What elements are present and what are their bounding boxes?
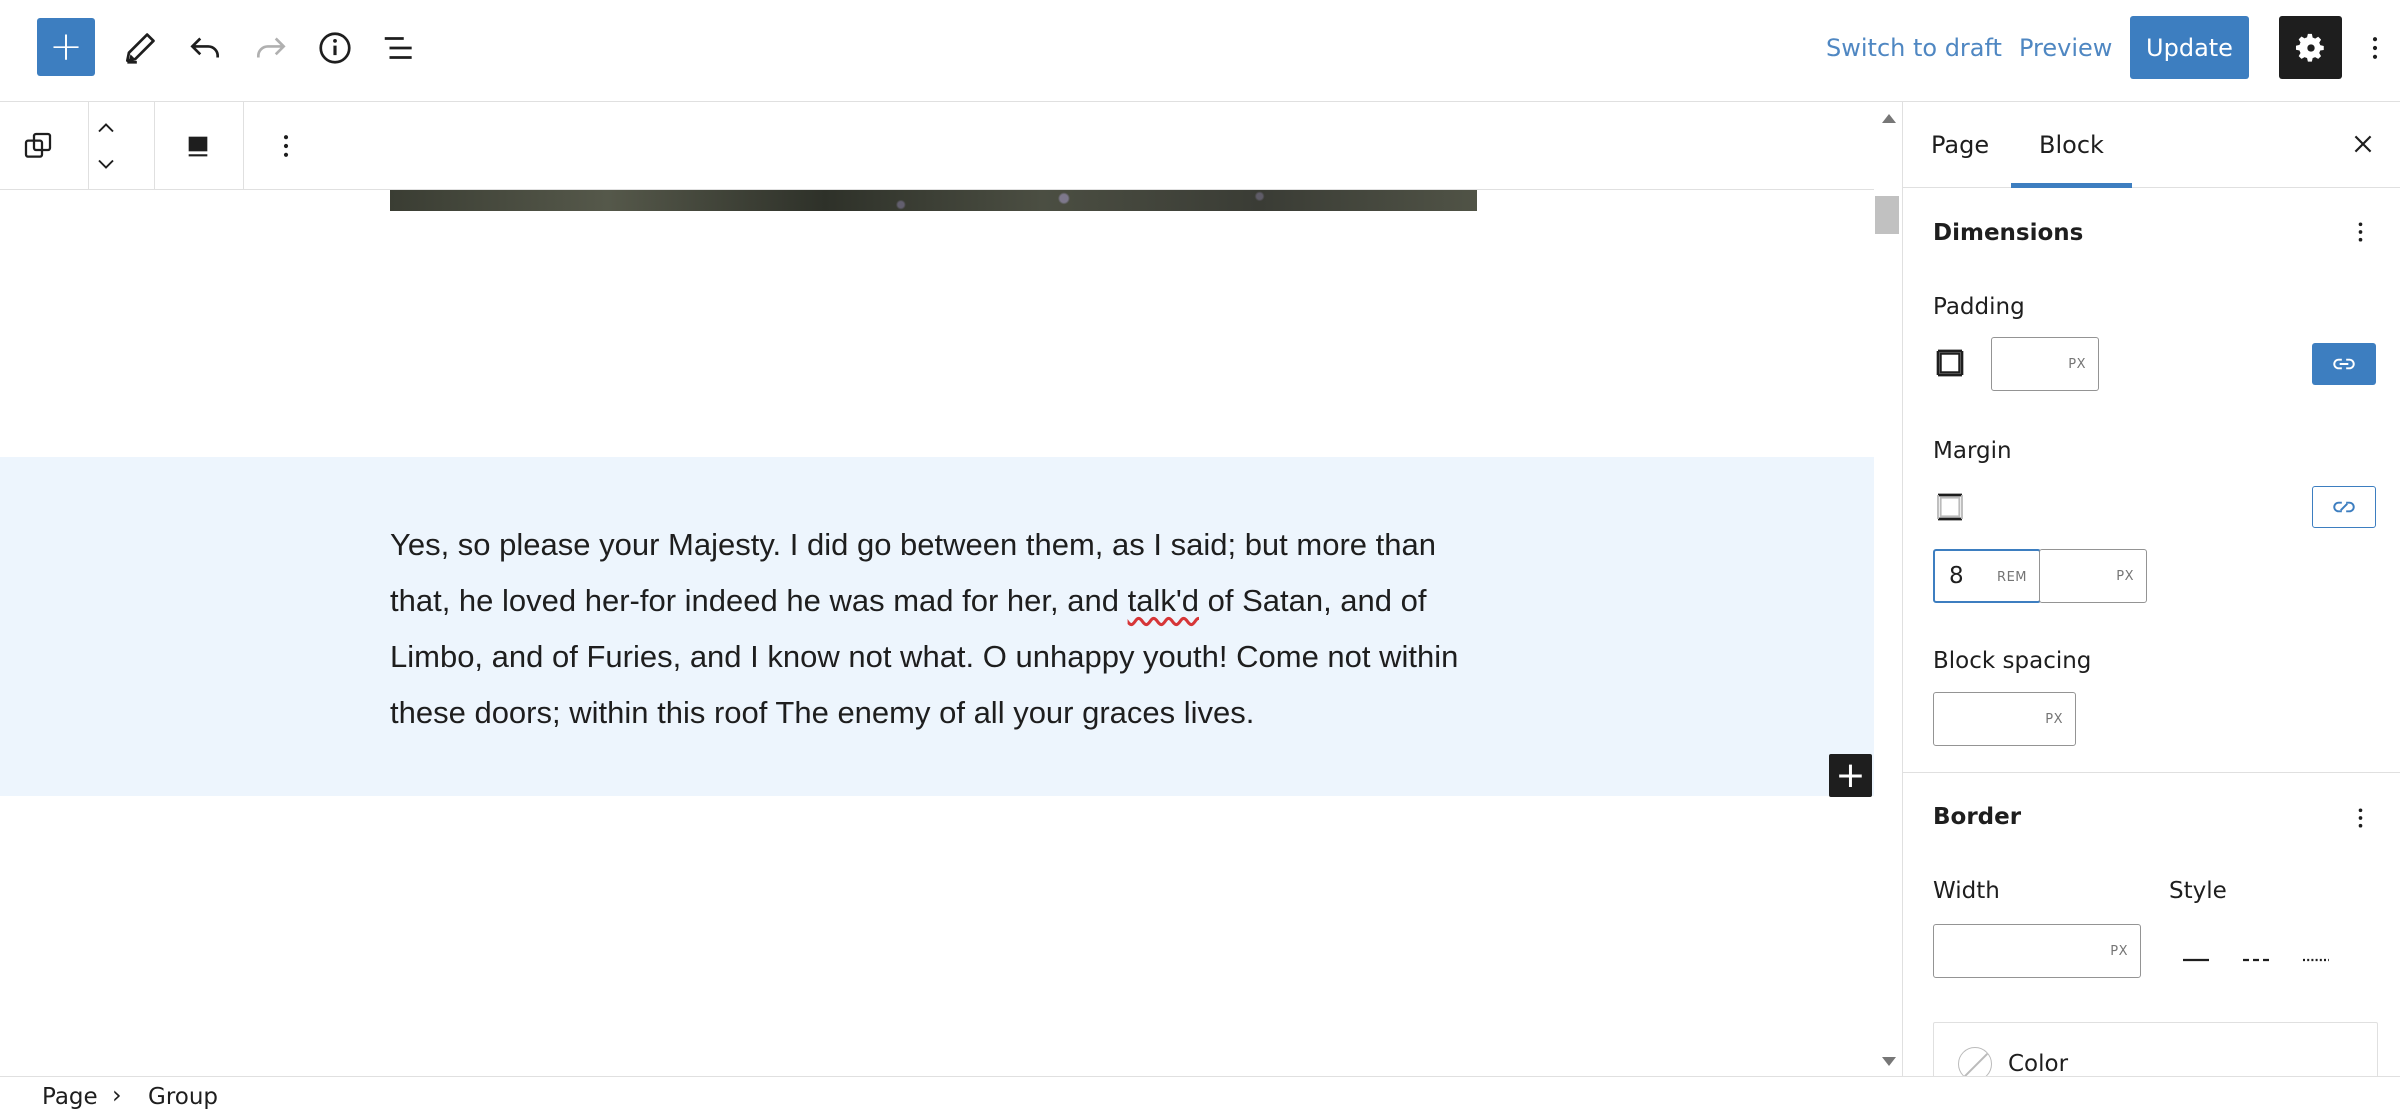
chevron-down-icon — [98, 159, 114, 169]
kebab-icon — [283, 135, 289, 157]
border-width-input[interactable]: PX — [1933, 924, 2141, 978]
block-breadcrumb: Page › Group — [0, 1076, 2400, 1118]
block-transform-button[interactable] — [16, 124, 60, 168]
pencil-icon — [125, 33, 155, 64]
kebab-icon — [2372, 37, 2378, 59]
paragraph-block[interactable]: Yes, so please your Majesty. I did go be… — [390, 517, 1500, 741]
kebab-icon — [2358, 808, 2362, 828]
box-sides-icon — [1937, 493, 1963, 521]
border-width-unit-select[interactable]: PX — [2110, 944, 2128, 959]
color-swatch-icon — [1958, 1047, 1992, 1076]
link-icon — [2333, 358, 2355, 370]
block-inserter-button[interactable]: + — [37, 18, 95, 76]
border-dotted-icon — [2303, 958, 2329, 962]
close-icon — [2354, 135, 2372, 153]
border-style-label: Style — [2169, 878, 2227, 904]
block-toolbar — [0, 102, 1874, 190]
border-style-solid-button[interactable] — [2171, 940, 2221, 980]
border-panel-title: Border — [1933, 804, 2022, 830]
unlink-icon — [2333, 501, 2355, 513]
scroll-up-arrow[interactable] — [1882, 114, 1896, 123]
switch-to-draft-button[interactable]: Switch to draft — [1826, 28, 2002, 68]
details-button[interactable] — [311, 24, 359, 72]
info-icon — [319, 32, 351, 64]
tab-page[interactable]: Page — [1903, 102, 2017, 188]
panel-divider — [1903, 772, 2400, 773]
block-spacing-input[interactable]: PX — [1933, 692, 2076, 746]
padding-link-sides-button[interactable] — [2312, 343, 2376, 385]
group-block[interactable]: Yes, so please your Majesty. I did go be… — [0, 457, 1874, 797]
border-dashed-icon — [2243, 958, 2269, 962]
margin-bottom-unit-select[interactable]: PX — [2116, 569, 2134, 584]
update-button[interactable]: Update — [2130, 16, 2249, 79]
block-appender-button[interactable]: + — [1829, 754, 1872, 797]
undo-icon — [190, 37, 220, 58]
scroll-thumb[interactable] — [1875, 196, 1899, 234]
border-color-control[interactable]: Color — [1933, 1022, 2378, 1076]
breadcrumb-item-group: Group — [148, 1084, 219, 1110]
border-style-dotted-button[interactable] — [2291, 940, 2341, 980]
redo-icon — [256, 37, 286, 58]
padding-label: Padding — [1933, 294, 2025, 320]
margin-top-input[interactable]: 8 REM — [1933, 549, 2041, 603]
settings-button[interactable] — [2279, 16, 2342, 79]
canvas-scrollbar[interactable] — [1874, 102, 1900, 1076]
editor-header: + Switch to draft Preview Update — [0, 0, 2400, 102]
move-up-button[interactable] — [90, 114, 122, 142]
margin-sides-control[interactable] — [1933, 490, 1967, 524]
tab-block[interactable]: Block — [2011, 102, 2132, 188]
margin-label: Margin — [1933, 438, 2012, 464]
margin-top-unit-select[interactable]: REM — [1997, 570, 2027, 585]
editor-canvas: Yes, so please your Majesty. I did go be… — [0, 190, 1874, 1076]
misspelled-word: talk'd — [1127, 583, 1199, 618]
padding-sides-control[interactable] — [1933, 346, 1967, 380]
breadcrumb-item-page[interactable]: Page — [42, 1084, 98, 1110]
sidebar-tabs: Page Block — [1903, 102, 2400, 188]
redo-button[interactable] — [247, 24, 295, 72]
dimensions-panel-title: Dimensions — [1933, 220, 2084, 246]
kebab-icon — [2358, 222, 2362, 242]
scroll-down-arrow[interactable] — [1882, 1057, 1896, 1066]
plus-icon: + — [49, 24, 83, 70]
move-down-button[interactable] — [90, 150, 122, 178]
list-view-button[interactable] — [375, 24, 423, 72]
plus-icon: + — [1835, 754, 1866, 796]
options-menu-button[interactable] — [2360, 24, 2390, 72]
padding-unit-select[interactable]: PX — [2068, 357, 2086, 372]
margin-bottom-input[interactable]: PX — [2039, 549, 2147, 603]
chevron-right-icon: › — [112, 1081, 122, 1109]
tools-edit-button[interactable] — [116, 24, 164, 72]
list-view-icon — [384, 37, 412, 59]
block-spacing-label: Block spacing — [1933, 648, 2092, 674]
chevron-up-icon — [98, 123, 114, 133]
border-style-dashed-button[interactable] — [2231, 940, 2281, 980]
gear-icon — [2295, 33, 2324, 62]
block-spacing-unit-select[interactable]: PX — [2045, 712, 2063, 727]
group-icon — [24, 132, 52, 158]
padding-input[interactable]: PX — [1991, 337, 2099, 391]
align-wide-icon — [188, 136, 208, 157]
margin-link-sides-button[interactable] — [2312, 486, 2376, 528]
image-block[interactable] — [390, 190, 1477, 211]
dimensions-options-button[interactable] — [2345, 212, 2375, 252]
preview-button[interactable]: Preview — [2019, 28, 2112, 68]
border-width-label: Width — [1933, 878, 2000, 904]
align-button[interactable] — [176, 124, 220, 168]
close-sidebar-button[interactable] — [2343, 124, 2383, 164]
border-solid-icon — [2183, 958, 2209, 962]
box-sides-icon — [1936, 349, 1964, 377]
settings-sidebar: Page Block Dimensions Padding PX Margin … — [1902, 102, 2400, 1076]
border-color-label: Color — [2008, 1051, 2069, 1076]
block-options-button[interactable] — [264, 124, 308, 168]
border-options-button[interactable] — [2345, 798, 2375, 838]
undo-button[interactable] — [181, 24, 229, 72]
